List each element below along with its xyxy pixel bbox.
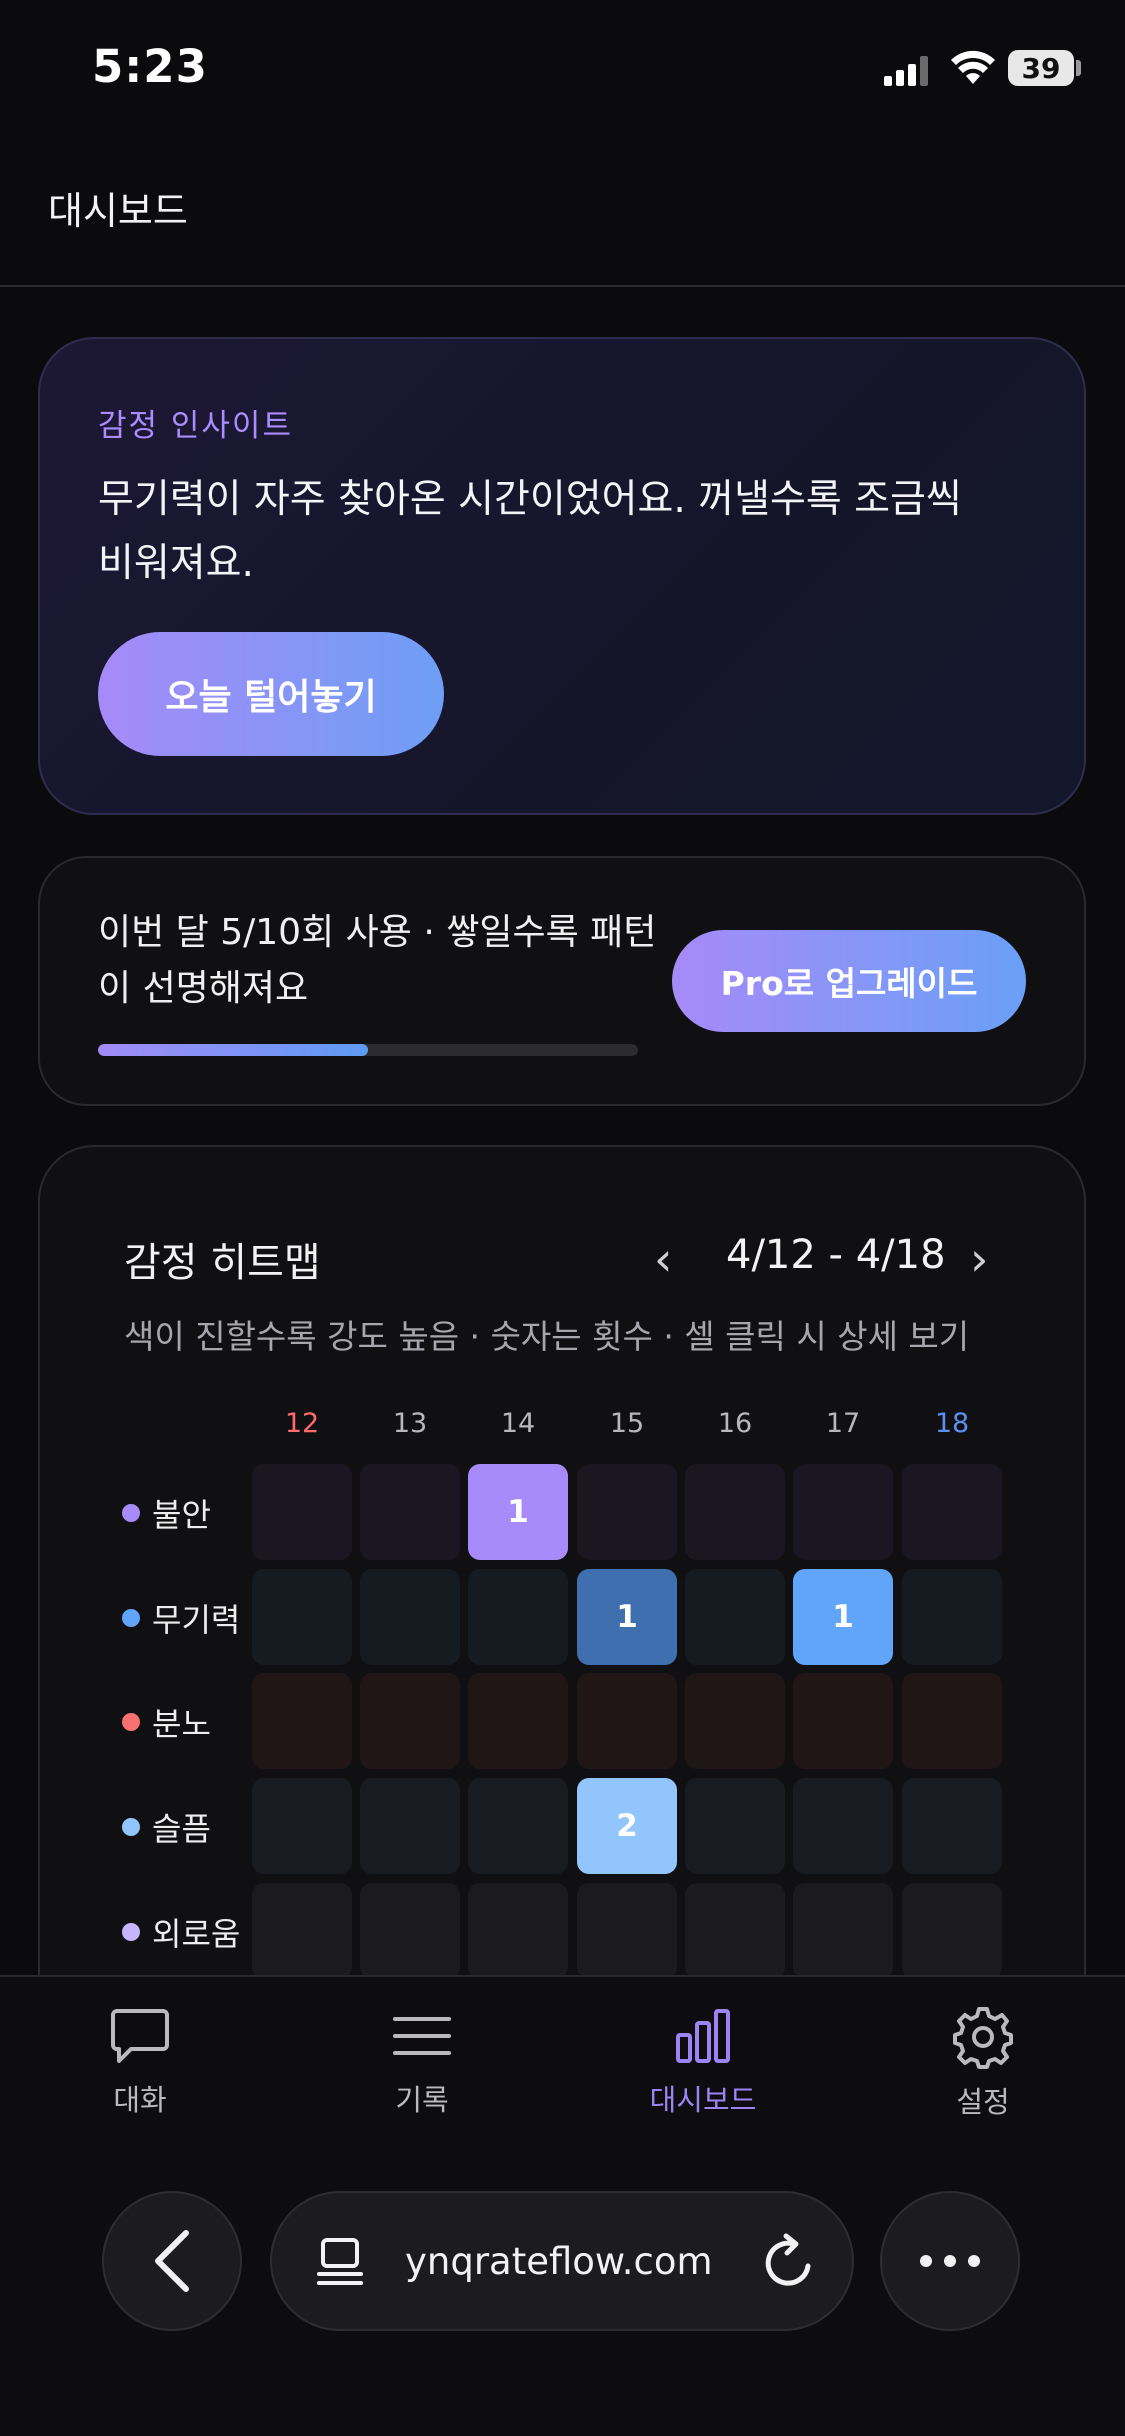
cellular-signal-icon <box>884 56 928 86</box>
tabs-icon[interactable] <box>315 2236 367 2288</box>
heatmap-cell[interactable] <box>902 1673 1002 1769</box>
heatmap-day-label: 16 <box>717 1408 753 1439</box>
battery-tip <box>1076 60 1081 76</box>
header-divider <box>0 285 1125 287</box>
heatmap-cell[interactable] <box>252 1569 352 1665</box>
browser-more-button[interactable] <box>880 2191 1020 2331</box>
tab-chat[interactable]: 대화 <box>50 2005 230 2119</box>
heatmap-day-label: 12 <box>284 1408 320 1439</box>
emotion-label: 불안 <box>152 1496 211 1534</box>
heatmap-day-label: 13 <box>392 1408 428 1439</box>
heatmap-row-label: 슬픔 <box>122 1804 211 1850</box>
url-text: ynqrateflow.com <box>405 2240 713 2283</box>
emotion-dot <box>122 1504 140 1522</box>
heatmap-row-label: 분노 <box>122 1699 211 1745</box>
tab-chat-label: 대화 <box>113 2083 167 2117</box>
heatmap-cell[interactable] <box>468 1569 568 1665</box>
gear-icon <box>953 2007 1013 2069</box>
heatmap-cell[interactable] <box>360 1778 460 1874</box>
emotion-dot <box>122 1609 140 1627</box>
battery-indicator: 39 <box>1008 50 1074 86</box>
next-week-button[interactable]: › <box>970 1232 988 1286</box>
heatmap-cell[interactable] <box>902 1778 1002 1874</box>
heatmap-title: 감정 히트맵 <box>124 1240 321 1286</box>
emotion-label: 슬픔 <box>152 1810 211 1848</box>
insight-text: 무기력이 자주 찾아온 시간이었어요. 꺼낼수록 조금씩 비워져요. <box>98 477 962 586</box>
emotion-label: 분노 <box>152 1705 211 1743</box>
heatmap-cell[interactable] <box>360 1883 460 1979</box>
emotion-dot <box>122 1923 140 1941</box>
tab-dashboard-label: 대시보드 <box>649 2083 757 2117</box>
heatmap-cell[interactable] <box>252 1883 352 1979</box>
heatmap-cell[interactable] <box>252 1464 352 1560</box>
status-time: 5:23 <box>92 40 208 93</box>
tab-dashboard[interactable]: 대시보드 <box>613 2005 793 2119</box>
talk-today-button[interactable]: 오늘 털어놓기 <box>98 632 444 756</box>
tab-settings[interactable]: 설정 <box>893 2005 1073 2121</box>
reload-icon[interactable] <box>762 2232 818 2292</box>
heatmap-cell[interactable] <box>468 1883 568 1979</box>
browser-back-button[interactable] <box>102 2191 242 2331</box>
emotion-dot <box>122 1818 140 1836</box>
heatmap-cell[interactable] <box>902 1883 1002 1979</box>
list-icon <box>393 2017 451 2055</box>
upgrade-pro-button[interactable]: Pro로 업그레이드 <box>672 930 1026 1032</box>
usage-progress-fill <box>98 1044 368 1056</box>
heatmap-cell[interactable] <box>577 1673 677 1769</box>
chat-bubble-icon <box>111 2009 169 2063</box>
heatmap-cell[interactable]: 1 <box>793 1569 893 1665</box>
heatmap-cell[interactable] <box>360 1569 460 1665</box>
heatmap-cell[interactable] <box>902 1464 1002 1560</box>
heatmap-cell[interactable] <box>360 1464 460 1560</box>
more-dots-icon <box>920 2255 980 2267</box>
tab-records-label: 기록 <box>395 2083 449 2117</box>
heatmap-cell[interactable] <box>685 1778 785 1874</box>
page-title: 대시보드 <box>48 189 188 233</box>
heatmap-row-label: 불안 <box>122 1490 211 1536</box>
prev-week-button[interactable]: ‹ <box>654 1232 672 1286</box>
heatmap-cell[interactable] <box>685 1569 785 1665</box>
heatmap-cell[interactable] <box>793 1883 893 1979</box>
heatmap-cell[interactable] <box>468 1778 568 1874</box>
heatmap-cell[interactable] <box>360 1673 460 1769</box>
emotion-dot <box>122 1713 140 1731</box>
heatmap-cell[interactable] <box>577 1883 677 1979</box>
heatmap-cell[interactable] <box>685 1673 785 1769</box>
heatmap-cell[interactable]: 1 <box>468 1464 568 1560</box>
usage-text: 이번 달 5/10회 사용 · 쌓일수록 패턴이 선명해져요 <box>98 912 657 1009</box>
heatmap-row-label: 무기력 <box>122 1595 240 1641</box>
insight-label: 감정 인사이트 <box>98 408 293 444</box>
heatmap-cell[interactable] <box>685 1883 785 1979</box>
tab-records[interactable]: 기록 <box>332 2005 512 2119</box>
heatmap-cell[interactable] <box>685 1464 785 1560</box>
date-range: 4/12 - 4/18 <box>726 1232 946 1278</box>
heatmap-description: 색이 진할수록 강도 높음 · 숫자는 횟수 · 셀 클릭 시 상세 보기 <box>124 1317 970 1356</box>
heatmap-day-label: 18 <box>934 1408 970 1439</box>
heatmap-day-label: 17 <box>825 1408 861 1439</box>
heatmap-cell[interactable] <box>252 1778 352 1874</box>
heatmap-cell[interactable]: 2 <box>577 1778 677 1874</box>
heatmap-cell[interactable] <box>902 1569 1002 1665</box>
emotion-label: 무기력 <box>152 1601 241 1639</box>
heatmap-cell[interactable] <box>793 1778 893 1874</box>
heatmap-cell[interactable] <box>793 1464 893 1560</box>
heatmap-cell[interactable] <box>252 1673 352 1769</box>
bar-chart-icon <box>676 2009 730 2063</box>
heatmap-day-label: 15 <box>609 1408 645 1439</box>
chevron-left-icon <box>155 2230 189 2292</box>
heatmap-cell[interactable] <box>577 1464 677 1560</box>
heatmap-cell[interactable] <box>468 1673 568 1769</box>
usage-progress-bar <box>98 1044 638 1056</box>
wifi-icon <box>951 50 995 84</box>
tab-settings-label: 설정 <box>956 2085 1010 2119</box>
heatmap-day-label: 14 <box>500 1408 536 1439</box>
heatmap-cell[interactable]: 1 <box>577 1569 677 1665</box>
heatmap-cell[interactable] <box>793 1673 893 1769</box>
emotion-label: 외로움 <box>152 1915 241 1953</box>
heatmap-row-label: 외로움 <box>122 1909 240 1955</box>
